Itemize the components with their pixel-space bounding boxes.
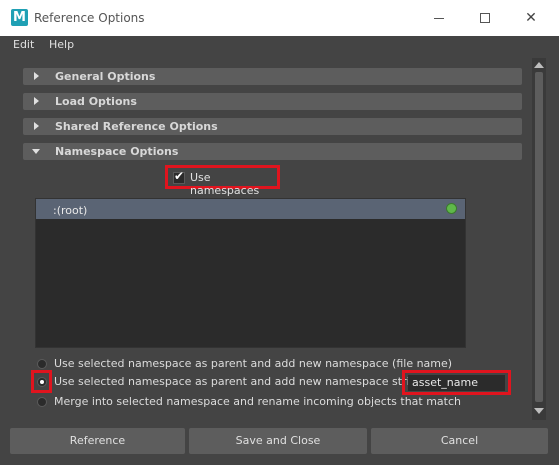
radio-highlight (31, 370, 52, 393)
radio-parent-file[interactable] (37, 359, 47, 369)
window-title: Reference Options (34, 11, 145, 25)
radio-merge[interactable] (37, 397, 47, 407)
collapse-arrow-icon (32, 149, 40, 154)
section-label: General Options (55, 70, 156, 83)
expand-arrow-icon (34, 72, 39, 80)
radio-merge-label[interactable]: Merge into selected namespace and rename… (54, 395, 461, 408)
scroll-up-icon[interactable] (534, 62, 544, 68)
minimize-button[interactable] (416, 0, 462, 36)
section-label: Namespace Options (55, 145, 179, 158)
close-icon: ✕ (525, 10, 537, 26)
status-dot-icon (446, 203, 457, 214)
reference-button[interactable]: Reference (10, 428, 185, 454)
section-shared-reference-options[interactable]: Shared Reference Options (23, 118, 522, 135)
close-button[interactable]: ✕ (508, 0, 554, 36)
menu-edit[interactable]: Edit (13, 38, 34, 51)
options-scrollbar[interactable] (532, 58, 546, 420)
namespace-tree-row-root[interactable]: :(root) (36, 199, 465, 219)
namespace-string-highlight (402, 370, 511, 395)
save-and-close-button[interactable]: Save and Close (189, 428, 367, 454)
menu-help[interactable]: Help (49, 38, 74, 51)
maximize-button[interactable] (462, 0, 508, 36)
section-load-options[interactable]: Load Options (23, 93, 522, 110)
radio-parent-file-label[interactable]: Use selected namespace as parent and add… (54, 357, 452, 370)
section-label: Load Options (55, 95, 137, 108)
radio-parent-string-label[interactable]: Use selected namespace as parent and add… (54, 375, 427, 388)
minimize-icon (434, 17, 444, 19)
section-namespace-options[interactable]: Namespace Options (23, 143, 522, 160)
maximize-icon (480, 13, 490, 23)
namespace-name: :(root) (53, 204, 88, 217)
scroll-thumb[interactable] (535, 72, 543, 402)
expand-arrow-icon (34, 122, 39, 130)
section-label: Shared Reference Options (55, 120, 218, 133)
section-general-options[interactable]: General Options (23, 68, 522, 85)
namespace-string-input[interactable] (408, 375, 505, 391)
use-namespaces-label[interactable]: Use namespaces (190, 171, 277, 197)
namespace-tree[interactable]: :(root) (35, 198, 466, 348)
cancel-button[interactable]: Cancel (371, 428, 548, 454)
use-namespaces-checkbox[interactable]: ✔ (173, 169, 185, 184)
menu-bar: Edit Help (0, 36, 559, 56)
title-bar: M Reference Options ✕ (0, 0, 559, 36)
scroll-down-icon[interactable] (534, 408, 544, 414)
checkmark-icon: ✔ (174, 169, 185, 183)
use-namespaces-highlight: ✔ Use namespaces (165, 165, 280, 197)
expand-arrow-icon (34, 97, 39, 105)
maya-app-icon: M (11, 9, 28, 26)
